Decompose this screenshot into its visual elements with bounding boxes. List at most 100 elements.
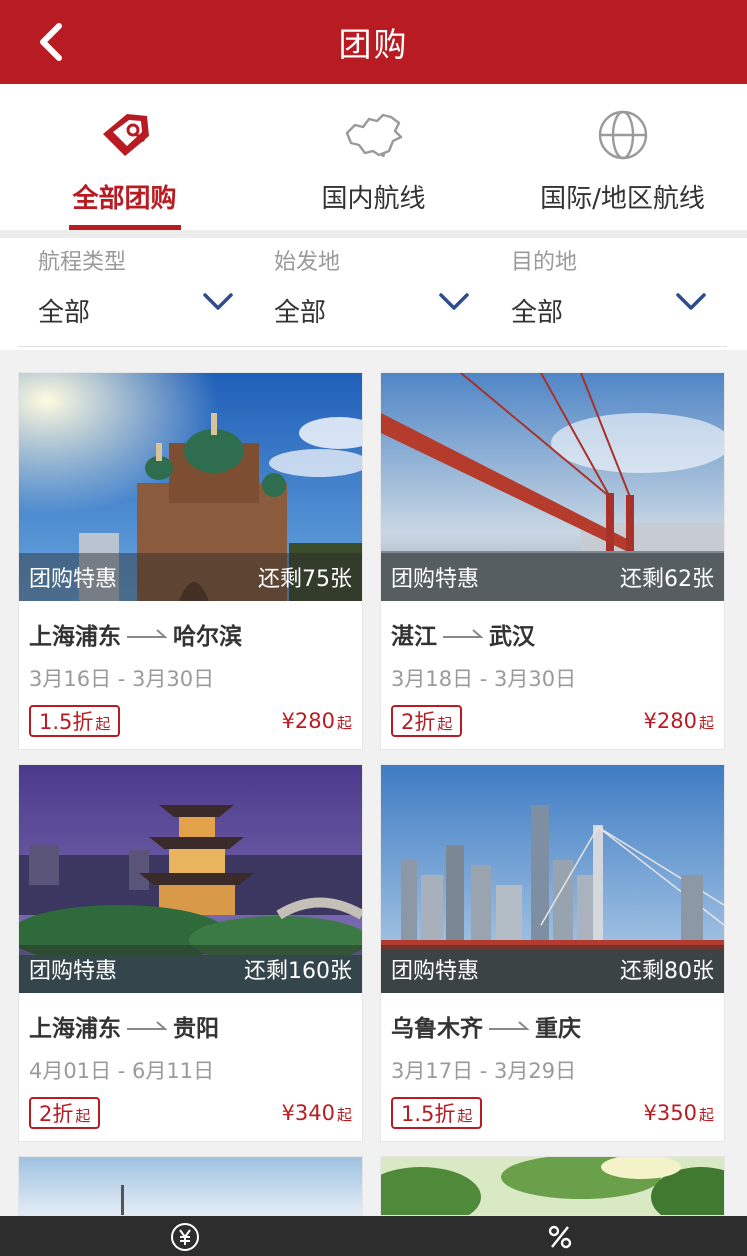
chevron-down-icon [439, 293, 469, 310]
price: ¥350 起 [644, 1101, 714, 1125]
deal-card[interactable]: 团购特惠 还剩80张 乌鲁木齐 重庆 3月17日 - 3月29日 1.5折起 ¥… [380, 764, 725, 1142]
chevron-down-icon [676, 293, 706, 310]
deal-tag: 团购特惠 [29, 959, 118, 984]
chevron-left-icon [40, 23, 62, 61]
destination-city: 贵阳 [173, 1016, 219, 1042]
filter-label: 始发地 [274, 250, 341, 275]
price-suffix: 起 [698, 714, 714, 732]
destination-photo: 团购特惠 还剩80张 [381, 765, 724, 993]
origin-city: 上海浦东 [29, 1016, 121, 1042]
filter-label: 目的地 [511, 250, 578, 275]
seats-remaining: 还剩80张 [620, 959, 714, 984]
filter-label: 航程类型 [38, 250, 127, 275]
travel-dates: 3月18日 - 3月30日 [391, 667, 577, 691]
discount-value: 1.5折 [401, 1102, 456, 1126]
origin-city: 湛江 [391, 624, 437, 650]
route: 上海浦东 贵阳 [29, 1009, 219, 1043]
route-arrow-icon [443, 629, 483, 638]
origin-city: 上海浦东 [29, 624, 121, 650]
destination-city: 哈尔滨 [173, 624, 242, 650]
divider [0, 230, 747, 238]
destination-photo: 团购特惠 还剩62张 [381, 373, 724, 601]
photo-caption-band: 团购特惠 还剩62张 [381, 553, 724, 601]
travel-dates: 4月01日 - 6月11日 [29, 1059, 215, 1083]
deal-tag: 团购特惠 [29, 567, 118, 592]
back-button[interactable] [30, 22, 70, 62]
discount-suffix: 起 [437, 714, 453, 733]
tab-label: 全部团购 [72, 184, 177, 214]
price: ¥280 起 [644, 709, 714, 733]
tab-label: 国际/地区航线 [540, 184, 705, 214]
price-value: ¥340 [281, 1101, 335, 1125]
deal-card[interactable] [18, 1156, 363, 1216]
divider [18, 346, 727, 347]
discount-value: 2折 [401, 710, 436, 734]
deal-tag: 团购特惠 [391, 959, 480, 984]
percent-button[interactable] [543, 1220, 577, 1254]
destination-city: 武汉 [489, 624, 535, 650]
deal-card[interactable]: 团购特惠 还剩62张 湛江 武汉 3月18日 - 3月30日 2折起 ¥280 起 [380, 372, 725, 750]
category-tabs: 全部团购 国内航线 国际/地区航线 [0, 84, 747, 230]
chevron-down-icon [203, 293, 233, 310]
percent-icon [548, 1225, 572, 1249]
yuan-button[interactable] [168, 1220, 202, 1254]
destination-photo [381, 1157, 724, 1215]
globe-icon [597, 106, 649, 164]
discount-value: 2折 [39, 1102, 74, 1126]
tab-label: 国内航线 [321, 184, 426, 214]
discount-badge: 1.5折起 [391, 1097, 483, 1129]
deal-card[interactable] [380, 1156, 725, 1216]
photo-caption-band: 团购特惠 还剩160张 [19, 945, 362, 993]
price-value: ¥350 [643, 1101, 697, 1125]
discount-value: 1.5折 [39, 710, 94, 734]
discount-badge: 2折起 [29, 1097, 101, 1129]
trip-type-filter[interactable]: 航程类型 全部 [38, 238, 234, 348]
bottom-toolbar [0, 1216, 747, 1256]
tab-domestic-routes[interactable]: 国内航线 [249, 84, 498, 230]
filter-value: 全部 [38, 298, 91, 328]
destination-photo [19, 1157, 362, 1215]
price-value: ¥280 [643, 709, 697, 733]
destination-photo: 团购特惠 还剩160张 [19, 765, 362, 993]
route: 上海浦东 哈尔滨 [29, 617, 242, 651]
tab-international-routes[interactable]: 国际/地区航线 [498, 84, 747, 230]
discount-suffix: 起 [457, 1106, 473, 1125]
filter-value: 全部 [274, 298, 327, 328]
route-arrow-icon [489, 1021, 529, 1030]
photo-caption-band: 团购特惠 还剩75张 [19, 553, 362, 601]
discount-suffix: 起 [75, 1106, 91, 1125]
discount-suffix: 起 [95, 714, 111, 733]
tag-icon [97, 106, 153, 164]
deal-card[interactable]: 团购特惠 还剩160张 上海浦东 贵阳 4月01日 - 6月11日 2折起 ¥3… [18, 764, 363, 1142]
price: ¥340 起 [282, 1101, 352, 1125]
filter-value: 全部 [511, 298, 564, 328]
travel-dates: 3月16日 - 3月30日 [29, 667, 215, 691]
route-arrow-icon [127, 629, 167, 638]
seats-remaining: 还剩62张 [620, 567, 714, 592]
seats-remaining: 还剩75张 [258, 567, 352, 592]
page-title: 团购 [338, 25, 409, 64]
tab-all-group-buy[interactable]: 全部团购 [0, 84, 249, 230]
discount-badge: 1.5折起 [29, 705, 121, 737]
price-value: ¥280 [281, 709, 335, 733]
deal-card[interactable]: 团购特惠 还剩75张 上海浦东 哈尔滨 3月16日 - 3月30日 1.5折起 … [18, 372, 363, 750]
price-suffix: 起 [336, 1106, 352, 1124]
origin-filter[interactable]: 始发地 全部 [274, 238, 470, 348]
yuan-icon [171, 1223, 199, 1251]
origin-city: 乌鲁木齐 [391, 1016, 483, 1042]
deal-grid: 团购特惠 还剩75张 上海浦东 哈尔滨 3月16日 - 3月30日 1.5折起 … [0, 350, 747, 1216]
travel-dates: 3月17日 - 3月29日 [391, 1059, 577, 1083]
destination-filter[interactable]: 目的地 全部 [511, 238, 707, 348]
route: 湛江 武汉 [391, 617, 535, 651]
destination-city: 重庆 [535, 1016, 581, 1042]
app-header: 团购 [0, 0, 747, 84]
seats-remaining: 还剩160张 [244, 959, 352, 984]
filter-bar: 航程类型 全部 始发地 全部 目的地 全部 [0, 238, 747, 350]
route-arrow-icon [127, 1021, 167, 1030]
deal-tag: 团购特惠 [391, 567, 480, 592]
discount-badge: 2折起 [391, 705, 463, 737]
price: ¥280 起 [282, 709, 352, 733]
photo-caption-band: 团购特惠 还剩80张 [381, 945, 724, 993]
china-map-icon [343, 106, 405, 164]
route: 乌鲁木齐 重庆 [391, 1009, 581, 1043]
